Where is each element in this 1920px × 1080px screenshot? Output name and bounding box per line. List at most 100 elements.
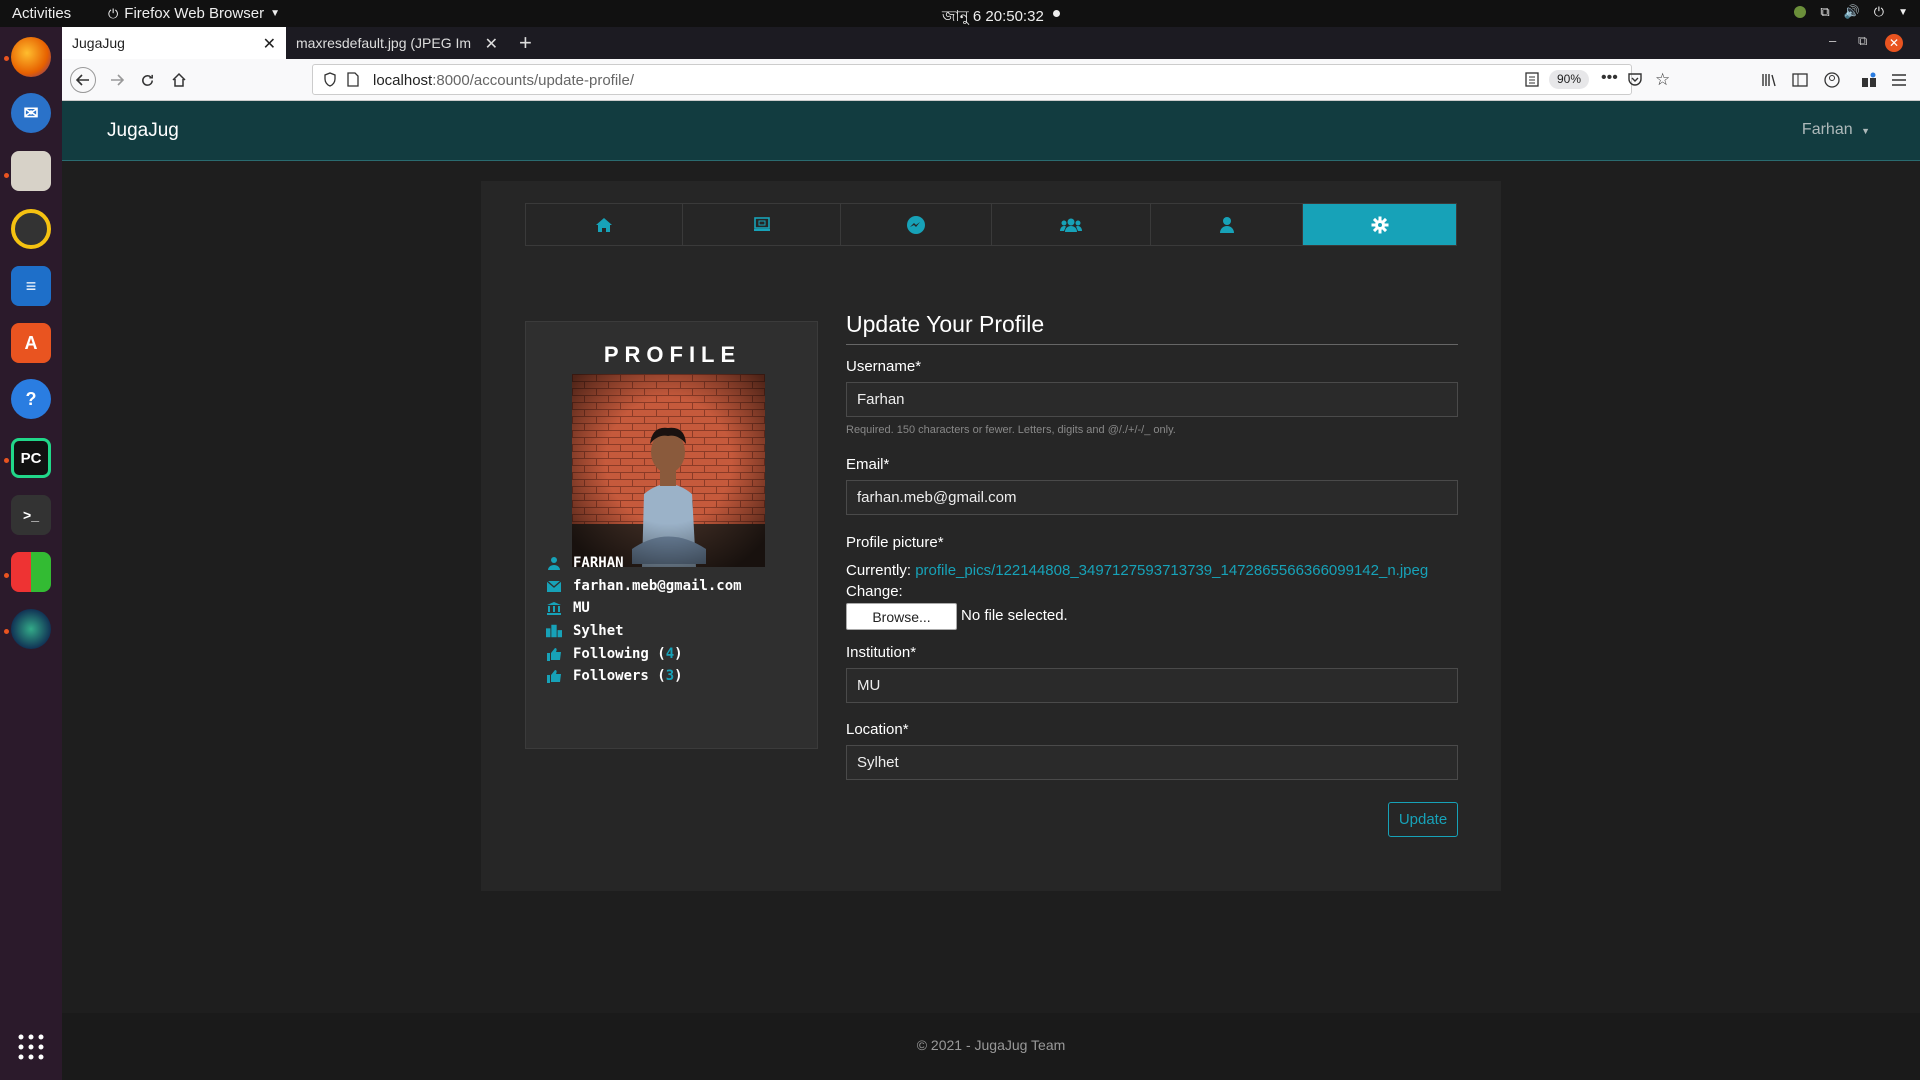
thumbs-up-icon bbox=[546, 647, 562, 661]
following-row[interactable]: Following (4) bbox=[546, 646, 683, 662]
following-count: 4 bbox=[665, 646, 675, 662]
tab-image[interactable]: maxresdefault.jpg (JPEG Im ✕ bbox=[286, 27, 508, 59]
profile-email-row: farhan.meb@gmail.com bbox=[546, 578, 742, 594]
forward-icon[interactable] bbox=[106, 69, 128, 91]
username-input[interactable] bbox=[846, 382, 1458, 417]
app-icon[interactable] bbox=[11, 552, 51, 592]
minimize-icon[interactable]: – bbox=[1829, 33, 1836, 48]
dock-running-indicator bbox=[4, 573, 9, 578]
software-center-icon[interactable]: A bbox=[11, 323, 51, 363]
firefox-icon[interactable] bbox=[11, 37, 51, 77]
files-icon[interactable] bbox=[11, 151, 51, 191]
location-input[interactable] bbox=[846, 745, 1458, 780]
more-icon[interactable]: ••• bbox=[1601, 69, 1618, 87]
help-icon[interactable]: ? bbox=[11, 379, 51, 419]
close-tab-icon[interactable]: ✕ bbox=[263, 34, 276, 54]
dock-running-indicator bbox=[4, 56, 9, 61]
site-footer: © 2021 - JugaJug Team bbox=[62, 1013, 1920, 1080]
restore-icon[interactable]: ⧉ bbox=[1858, 33, 1867, 49]
username-label: Username* bbox=[846, 358, 922, 375]
city-icon bbox=[546, 624, 562, 638]
account-icon[interactable] bbox=[1821, 69, 1843, 91]
url-bar[interactable]: localhost:8000/accounts/update-profile/ … bbox=[312, 64, 1670, 95]
close-tab-icon[interactable]: ✕ bbox=[485, 34, 498, 54]
profile-card: PROFILE FARHAN farhan.meb@gmail.com MU S… bbox=[525, 321, 818, 749]
update-profile-form: Update Your Profile Username* Required. … bbox=[846, 311, 1458, 837]
activities-button[interactable]: Activities bbox=[12, 5, 71, 22]
reader-view-icon[interactable] bbox=[1525, 72, 1539, 87]
dock-running-indicator bbox=[4, 458, 9, 463]
file-status: No file selected. bbox=[961, 607, 1068, 624]
pycharm-icon[interactable]: PC bbox=[11, 438, 51, 478]
shield-icon[interactable] bbox=[323, 72, 337, 87]
change-label: Change: bbox=[846, 583, 903, 600]
profile-institution: MU bbox=[573, 600, 590, 616]
app-menu[interactable]: ⏻ Firefox Web Browser ▼ bbox=[108, 5, 280, 22]
pocket-icon[interactable] bbox=[1627, 71, 1643, 87]
globe-app-icon[interactable] bbox=[11, 609, 51, 649]
dock-running-indicator bbox=[4, 173, 9, 178]
profile-email: farhan.meb@gmail.com bbox=[573, 578, 742, 594]
tab-home[interactable] bbox=[526, 204, 683, 245]
profile-name: FARHAN bbox=[573, 555, 624, 571]
rhythmbox-icon[interactable] bbox=[11, 209, 51, 249]
new-tab-button[interactable]: + bbox=[519, 30, 532, 56]
url-text[interactable]: localhost:8000/accounts/update-profile/ bbox=[373, 72, 634, 89]
color-icon bbox=[1794, 6, 1807, 18]
url-host: localhost bbox=[373, 72, 433, 89]
currently-label: Currently: bbox=[846, 562, 912, 579]
writer-icon[interactable]: ≡ bbox=[11, 266, 51, 306]
power-icon: ⏻ bbox=[1873, 4, 1885, 19]
tab-label: JugaJug bbox=[72, 35, 125, 51]
browse-button[interactable]: Browse... bbox=[846, 603, 957, 630]
site-header: JugaJug Farhan ▼ bbox=[62, 101, 1920, 161]
followers-count: 3 bbox=[665, 668, 675, 684]
followers-row[interactable]: Followers (3) bbox=[546, 668, 683, 684]
notification-dot bbox=[1053, 10, 1060, 17]
form-title: Update Your Profile bbox=[846, 311, 1458, 345]
tab-friends[interactable] bbox=[992, 204, 1151, 245]
system-tray[interactable]: ⧉ 🔊 ⏻ ▼ bbox=[1794, 4, 1908, 20]
home-icon[interactable] bbox=[168, 69, 190, 91]
app-menu-label: Firefox Web Browser bbox=[124, 5, 265, 22]
profile-nav-tabs bbox=[525, 203, 1457, 246]
library-icon[interactable] bbox=[1758, 69, 1780, 91]
show-apps-icon[interactable] bbox=[11, 1027, 51, 1067]
tab-jugajug[interactable]: JugaJug ✕ bbox=[62, 27, 286, 59]
envelope-icon bbox=[546, 580, 562, 592]
home-icon bbox=[595, 217, 613, 233]
chevron-down-icon: ▼ bbox=[1898, 6, 1908, 18]
back-icon[interactable] bbox=[70, 67, 96, 93]
tab-messenger[interactable] bbox=[841, 204, 992, 245]
email-input[interactable] bbox=[846, 480, 1458, 515]
profile-container: PROFILE FARHAN farhan.meb@gmail.com MU S… bbox=[481, 181, 1501, 891]
page-info-icon[interactable] bbox=[347, 72, 359, 87]
dock: ✉ ≡ A ? PC >_ bbox=[0, 27, 62, 1080]
email-label: Email* bbox=[846, 456, 890, 473]
network-icon: ⧉ bbox=[1820, 4, 1830, 19]
close-window-icon[interactable]: ✕ bbox=[1885, 34, 1903, 52]
browser-nav-bar: localhost:8000/accounts/update-profile/ … bbox=[62, 59, 1920, 101]
power-app-icon: ⏻ bbox=[108, 5, 119, 21]
update-button[interactable]: Update bbox=[1388, 802, 1458, 837]
zoom-level[interactable]: 90% bbox=[1549, 70, 1589, 89]
current-picture-link[interactable]: profile_pics/122144808_3497127593713739_… bbox=[915, 562, 1428, 579]
hamburger-menu-icon[interactable] bbox=[1888, 69, 1910, 91]
profile-location-row: Sylhet bbox=[546, 623, 624, 639]
bookmark-star-icon[interactable]: ☆ bbox=[1655, 70, 1670, 90]
sidebar-icon[interactable] bbox=[1789, 69, 1811, 91]
extensions-icon[interactable] bbox=[1858, 69, 1880, 91]
profile-location: Sylhet bbox=[573, 623, 624, 639]
thumbs-up-icon bbox=[546, 669, 562, 683]
terminal-icon[interactable]: >_ bbox=[11, 495, 51, 535]
thunderbird-icon[interactable]: ✉ bbox=[11, 93, 51, 133]
tab-profile[interactable] bbox=[1151, 204, 1303, 245]
institution-input[interactable] bbox=[846, 668, 1458, 703]
reload-icon[interactable] bbox=[136, 69, 158, 91]
site-brand[interactable]: JugaJug bbox=[107, 120, 179, 142]
user-menu[interactable]: Farhan ▼ bbox=[1802, 121, 1870, 139]
profile-photo bbox=[572, 374, 765, 567]
footer-text: © 2021 - JugaJug Team bbox=[916, 1037, 1066, 1053]
tab-settings[interactable] bbox=[1303, 204, 1456, 245]
tab-posts[interactable] bbox=[683, 204, 841, 245]
